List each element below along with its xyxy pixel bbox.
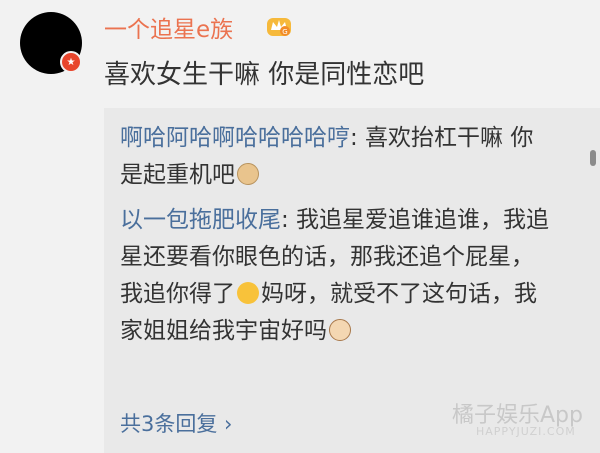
doge-emoji-icon (237, 163, 259, 185)
drool-emoji-icon (237, 282, 259, 304)
reply-author[interactable]: 啊哈阿哈啊哈哈哈哈哼 (120, 125, 350, 151)
cat-emoji-icon (329, 319, 351, 341)
watermark-url: HAPPYJUZI.COM (476, 425, 576, 438)
vip-crown-icon: G (267, 18, 291, 36)
more-replies-link[interactable]: 共3条回复 › (120, 408, 232, 438)
comment-username[interactable]: 一个追星e族 (104, 10, 233, 44)
badge-icon: ★ (60, 51, 82, 73)
reply-item: 啊哈阿哈啊哈哈哈哈哼: 喜欢抬杠干嘛 你是起重机吧 (120, 120, 550, 194)
reply-author[interactable]: 以一包拖肥收尾 (120, 207, 281, 233)
svg-text:G: G (282, 28, 287, 36)
scrollbar[interactable] (590, 150, 596, 166)
comment-text: 喜欢女生干嘛 你是同性恋吧 (104, 60, 425, 90)
reply-item: 以一包拖肥收尾: 我追星爱追谁追谁，我追星还要看你眼色的话，那我还追个屁星，我追… (120, 202, 550, 350)
